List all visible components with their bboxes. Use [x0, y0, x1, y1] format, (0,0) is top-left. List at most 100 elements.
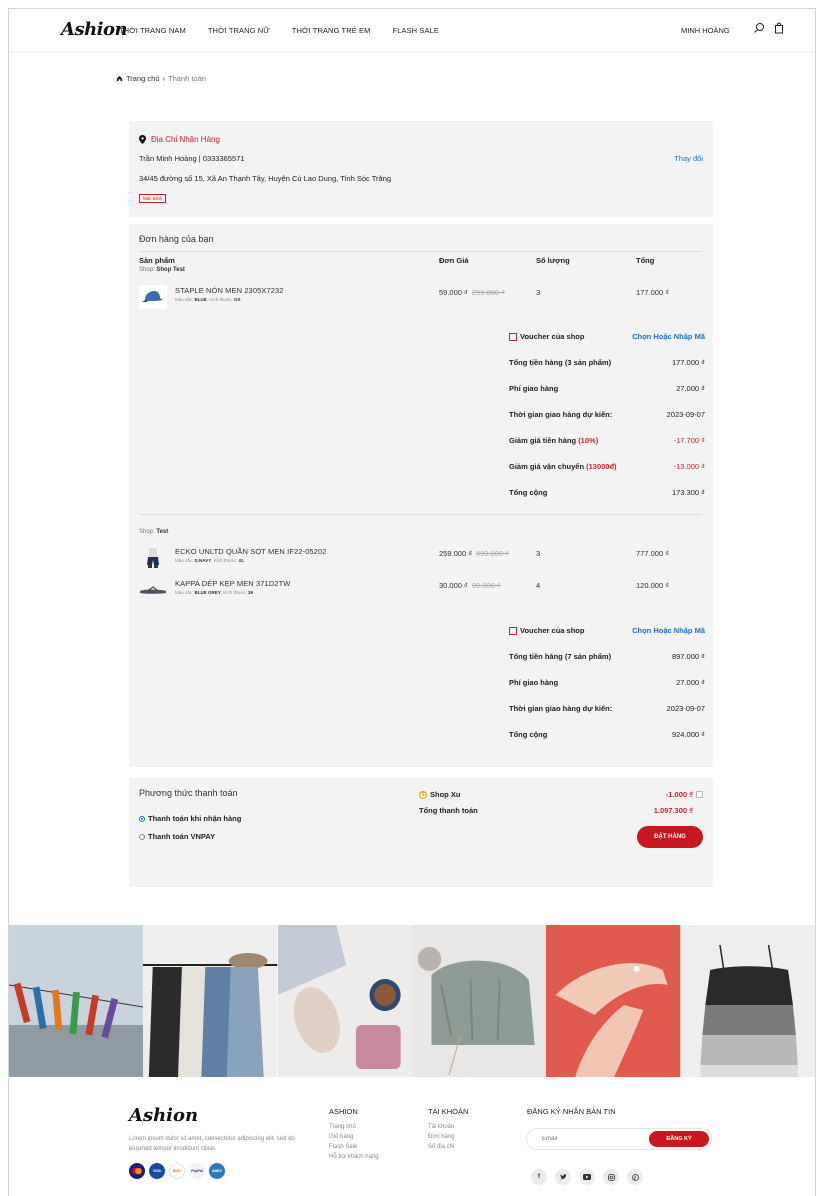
shop-xu-value: -1.000 ₫	[666, 790, 703, 799]
discount-percent: (10%)	[578, 436, 599, 445]
payment-logos: VISA DISC PayPal AMEX	[129, 1163, 225, 1179]
twitter-icon[interactable]	[555, 1169, 571, 1185]
footer-col-newsletter: ĐĂNG KÝ NHẬN BẢN TIN	[527, 1107, 616, 1124]
discount-value: -17.700 ₫	[673, 436, 705, 445]
place-order-button[interactable]: ĐẶT HÀNG	[637, 826, 703, 848]
discount-label: Giảm giá tiền hàng (10%)	[509, 436, 598, 445]
shop-xu-label: Shop Xu	[430, 790, 461, 799]
column-header-quantity: Số lượng	[536, 256, 570, 265]
breadcrumb-home[interactable]: Trang chủ	[126, 74, 160, 83]
shop-total-row: Tổng cộng 924.000 ₫	[509, 730, 705, 742]
column-header-total: Tổng	[636, 256, 655, 265]
shorts-image	[147, 548, 159, 568]
variant-size-label: , Kích thước:	[206, 297, 233, 302]
shop-total-row: Tổng cộng 173.300 ₫	[509, 488, 705, 500]
price-old: 99.000 ₫	[471, 581, 501, 590]
address-line: 34/45 đường số 15, Xã An Thạnh Tây, Huyệ…	[139, 174, 392, 183]
voucher-label[interactable]: Voucher của shop	[509, 332, 584, 341]
knit-image	[411, 925, 547, 1077]
product-row: STAPLE NÓN MEN 2305X7232 Màu sắc: BLUE, …	[139, 285, 703, 311]
home-icon	[116, 75, 123, 82]
delivery-label: Thời gian giao hàng dự kiến:	[509, 704, 613, 713]
shipping-discount-amount: (13000đ)	[586, 462, 617, 471]
voucher-label-text: Voucher của shop	[520, 626, 585, 635]
hands-image	[546, 925, 681, 1077]
product-variant: Màu sắc: BLUE GREY, Kích thước: 39	[175, 590, 253, 595]
visa-icon: VISA	[149, 1163, 165, 1179]
nav-item-men[interactable]: THỜI TRANG NAM	[119, 26, 186, 35]
payment-option-cod[interactable]: Thanh toán khi nhận hàng	[139, 814, 241, 823]
product-thumbnail[interactable]	[139, 578, 167, 602]
shop-prefix: Shop:	[139, 267, 155, 273]
discover-icon: DISC	[169, 1163, 185, 1179]
product-name[interactable]: ECKO UNLTD QUẦN SỌT MEN IF22-05202	[175, 547, 327, 556]
shipping-discount-value: -13.000 ₫	[673, 462, 705, 471]
gallery-image-clothespins[interactable]	[9, 925, 144, 1077]
nav-item-flash-sale[interactable]: FLASH SALE	[393, 26, 439, 35]
gallery-image-camisoles[interactable]	[680, 925, 815, 1077]
payment-option-vnpay[interactable]: Thanh toán VNPAY	[139, 832, 215, 841]
voucher-select-link[interactable]: Chọn Hoặc Nhập Mã	[632, 332, 705, 341]
product-thumbnail[interactable]	[139, 546, 167, 570]
nav-item-women[interactable]: THỜI TRANG NỮ	[208, 26, 270, 35]
footer-link-home[interactable]: Trang chủ	[329, 1124, 379, 1130]
footer-link-cart[interactable]: Giỏ hàng	[329, 1134, 379, 1140]
youtube-icon[interactable]	[579, 1169, 595, 1185]
pinterest-icon[interactable]	[627, 1169, 643, 1185]
product-thumbnail[interactable]	[139, 285, 167, 309]
delivery-value: 2023-09-07	[666, 410, 705, 419]
shop-xu-row: S Shop Xu	[419, 790, 460, 799]
footer-link-orders[interactable]: Đơn hàng	[428, 1134, 468, 1140]
footer-link-support[interactable]: Hỗ trợ khách hàng	[329, 1154, 379, 1160]
footer-link-flash-sale[interactable]: Flash Sale	[329, 1144, 379, 1150]
nav-item-kids[interactable]: THỜI TRANG TRẺ EM	[292, 26, 371, 35]
delivery-row: Thời gian giao hàng dự kiến: 2023-09-07	[509, 410, 705, 422]
column-header-price: Đơn Giá	[439, 256, 469, 265]
variant-size-label: , Kích thước:	[220, 590, 247, 595]
product-name[interactable]: KAPPA DÉP KẸP MEN 371D2TW	[175, 579, 290, 588]
address-title-text: Địa Chỉ Nhận Hàng	[151, 135, 220, 144]
subtotal-value: 177.000 ₫	[671, 358, 705, 367]
subtotal-label: Tổng tiền hàng (7 sản phẩm)	[509, 652, 612, 661]
voucher-checkbox[interactable]	[509, 332, 517, 341]
shop-xu-checkbox[interactable]	[696, 791, 703, 798]
facebook-icon[interactable]: f	[531, 1169, 547, 1185]
gallery-image-knit[interactable]	[411, 925, 547, 1077]
shipping-value: 27.000 ₫	[676, 678, 705, 687]
variant-color: BLUE GREY	[194, 590, 221, 595]
shipping-discount-label-text: Giảm giá vận chuyển	[509, 462, 585, 471]
shipping-row: Phí giao hàng 27.000 ₫	[509, 384, 705, 396]
product-name[interactable]: STAPLE NÓN MEN 2305X7232	[175, 286, 284, 295]
search-icon[interactable]	[753, 22, 765, 34]
footer-link-addresses[interactable]: Sổ địa chỉ	[428, 1144, 468, 1150]
voucher-select-link[interactable]: Chọn Hoặc Nhập Mã	[632, 626, 705, 635]
shopping-bag-icon[interactable]	[773, 22, 785, 34]
footer-link-account[interactable]: Tài khoản	[428, 1124, 468, 1130]
user-account-link[interactable]: MINH HOÀNG	[681, 26, 730, 35]
gallery-image-yarn[interactable]	[277, 925, 412, 1077]
voucher-label[interactable]: Voucher của shop	[509, 626, 584, 635]
change-address-link[interactable]: Thay đổi	[674, 154, 703, 163]
cap-image	[142, 291, 163, 302]
newsletter-subscribe-button[interactable]: ĐĂNG KÝ	[649, 1131, 709, 1147]
instagram-icon[interactable]	[603, 1169, 619, 1185]
column-header-product: Sản phẩm	[139, 256, 175, 265]
voucher-checkbox[interactable]	[509, 626, 517, 635]
price-old: 299.000 ₫	[471, 288, 505, 297]
gallery-image-clothes-rack[interactable]	[143, 925, 278, 1077]
clothespins-image	[9, 925, 144, 1077]
gallery-image-hands[interactable]	[546, 925, 681, 1077]
variant-size-label: , Kích thước:	[211, 558, 238, 563]
quantity: 3	[536, 288, 541, 297]
breadcrumb: Trang chủ › Thanh toán	[116, 74, 206, 83]
instagram-gallery	[9, 925, 815, 1077]
radio-selected[interactable]	[139, 815, 145, 822]
footer-logo[interactable]: Ashion	[129, 1105, 198, 1126]
shop-name: Shop Test	[156, 267, 185, 273]
subtotal-label: Tổng tiền hàng (3 sản phẩm)	[509, 358, 612, 367]
price-current: 259.000 ₫	[439, 549, 473, 558]
radio-unselected[interactable]	[139, 833, 145, 840]
product-variant: Màu sắc: D.NAVY, Kích thước: XL	[175, 558, 244, 563]
shop-total-label: Tổng cộng	[509, 488, 548, 497]
site-logo[interactable]: Ashion	[61, 19, 128, 40]
